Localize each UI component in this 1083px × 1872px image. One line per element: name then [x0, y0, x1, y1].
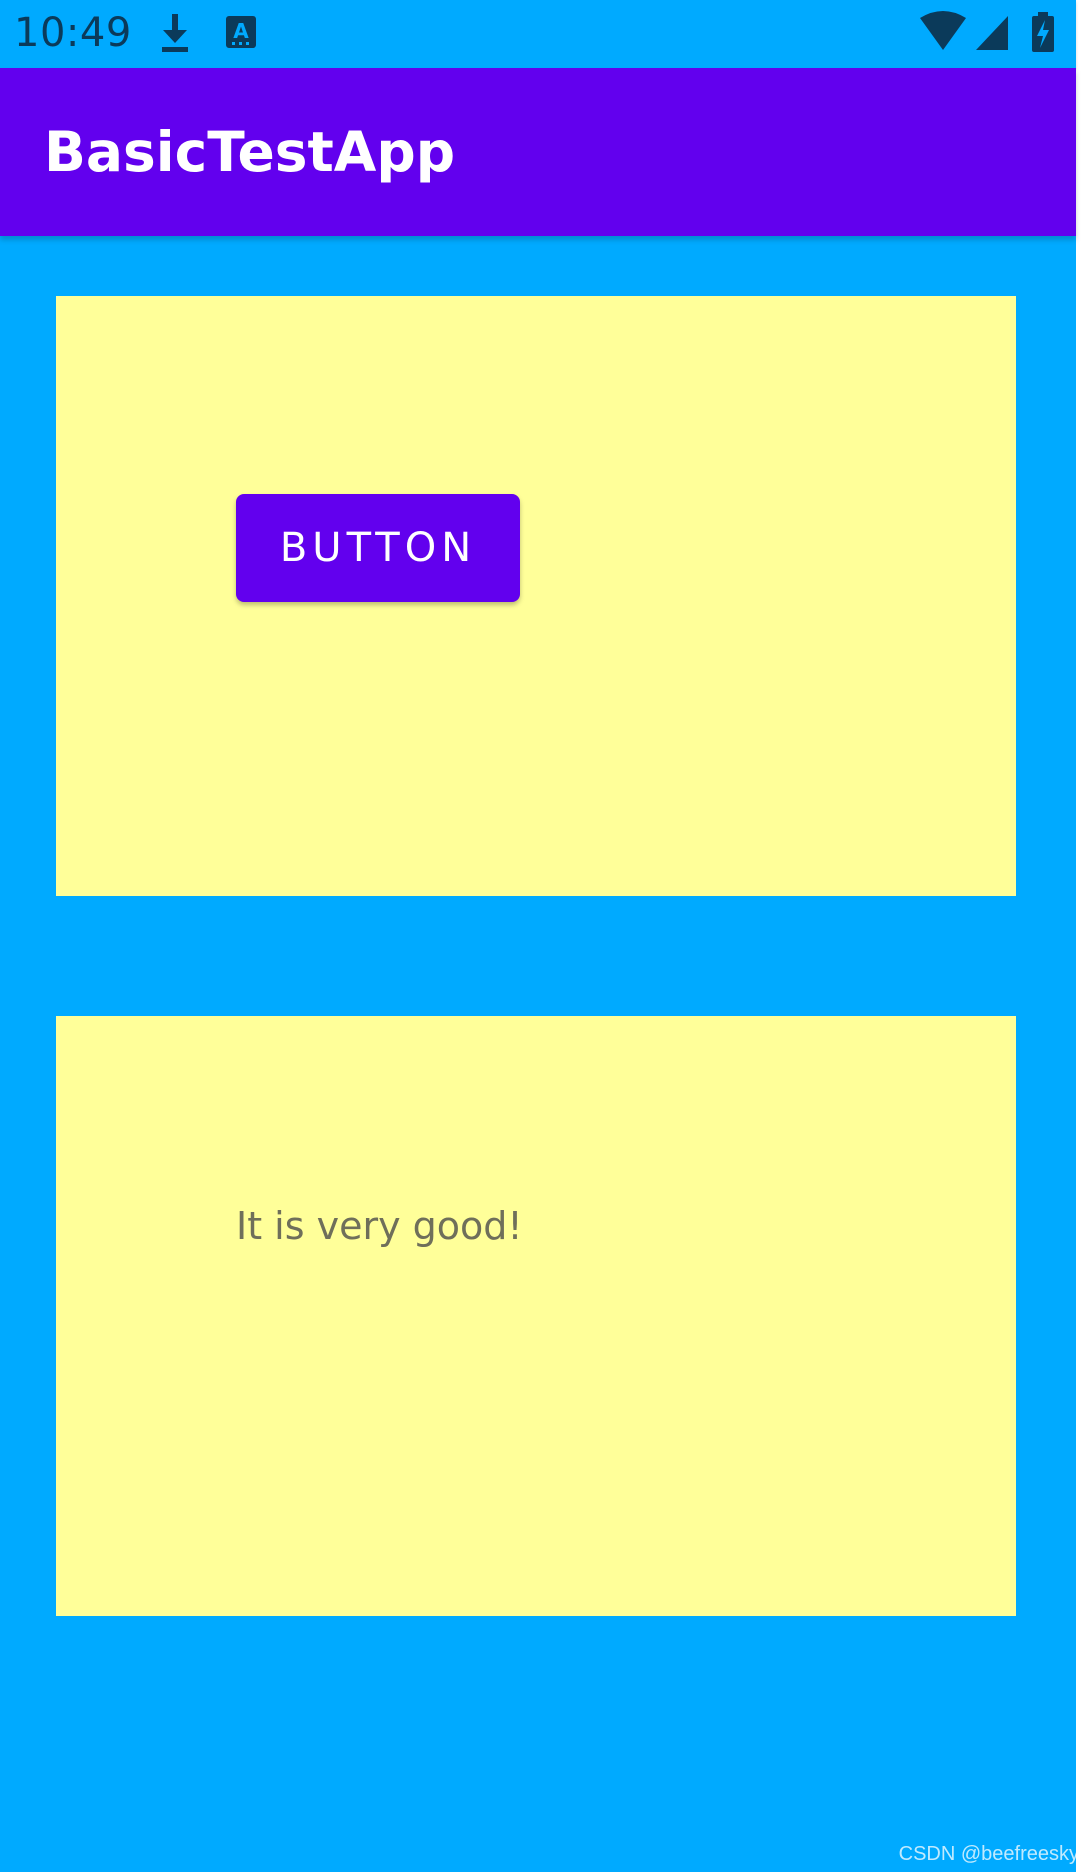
screen-edge — [1076, 0, 1083, 1872]
app-bar: BasicTestApp — [0, 68, 1076, 236]
bottom-panel: It is very good! — [56, 1016, 1016, 1616]
keyboard-a-icon: A — [224, 10, 258, 59]
status-bar: 10:49 A — [0, 0, 1076, 68]
watermark: CSDN @beefreesky — [898, 1843, 1079, 1865]
main-button[interactable]: BUTTON — [236, 494, 520, 602]
wifi-icon — [918, 10, 968, 59]
svg-text:A: A — [233, 19, 249, 43]
battery-charging-icon — [1030, 10, 1056, 59]
cell-signal-icon — [974, 10, 1010, 59]
top-panel: BUTTON — [56, 296, 1016, 896]
status-time: 10:49 — [14, 10, 132, 56]
download-icon — [158, 10, 192, 59]
message-text: It is very good! — [236, 1204, 523, 1248]
app-title: BasicTestApp — [44, 120, 456, 184]
